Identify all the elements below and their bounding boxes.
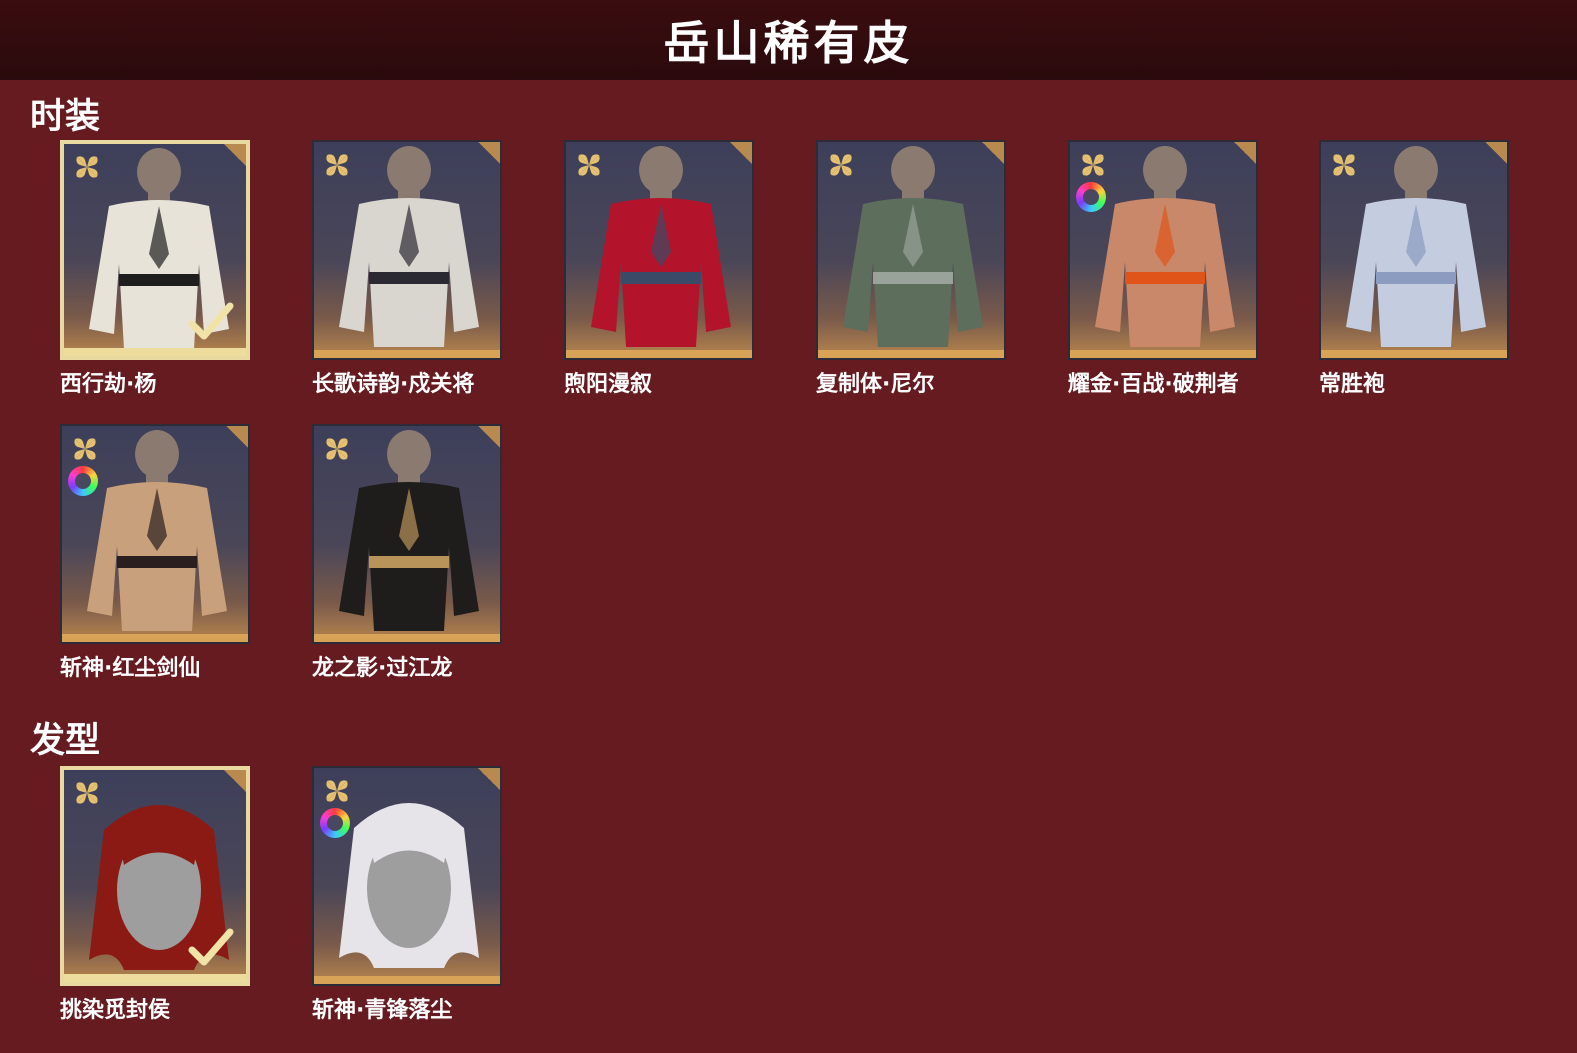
flower-icon <box>578 154 600 176</box>
flower-icon <box>76 156 98 178</box>
hairstyle-card[interactable]: 斩神·青锋落尘 <box>312 766 502 1024</box>
outfit-card[interactable]: 龙之影·过江龙 <box>312 424 502 682</box>
corner-ribbon <box>224 770 246 792</box>
flower-icon <box>326 154 348 176</box>
outfit-card[interactable]: 斩神·红尘剑仙 <box>60 424 250 682</box>
corner-ribbon <box>478 768 500 790</box>
rarity-bar <box>62 634 248 642</box>
outfit-card[interactable]: 耀金·百战·破荆者 <box>1068 140 1258 398</box>
rarity-bar <box>566 350 752 358</box>
corner-ribbon <box>1234 142 1256 164</box>
corner-ribbon <box>478 142 500 164</box>
flower-icon <box>326 780 348 802</box>
section-title-fashion: 时装 <box>30 97 101 137</box>
flower-icon <box>74 438 96 460</box>
item-name: 挑染觅封侯 <box>60 998 171 1023</box>
header-bar: 岳山稀有皮 <box>0 0 1577 80</box>
flower-icon <box>76 782 98 804</box>
flower-icon <box>1082 154 1104 176</box>
rarity-bar <box>1070 350 1256 358</box>
item-name: 复制体·尼尔 <box>816 372 935 397</box>
checkmark-icon <box>188 928 234 966</box>
item-thumbnail[interactable] <box>312 140 502 360</box>
corner-ribbon <box>478 426 500 448</box>
corner-ribbon <box>1485 142 1507 164</box>
item-thumbnail[interactable] <box>312 424 502 644</box>
item-name: 长歌诗韵·戍关将 <box>312 372 475 397</box>
dye-color-wheel-icon <box>1076 182 1106 212</box>
flower-icon <box>326 438 348 460</box>
dye-color-wheel-icon <box>320 808 350 838</box>
rarity-bar <box>1321 350 1507 358</box>
hairstyle-card[interactable]: 挑染觅封侯 <box>60 766 250 1024</box>
rarity-bar <box>64 348 246 356</box>
section-title-hairstyle: 发型 <box>30 721 101 761</box>
rarity-bar <box>314 350 500 358</box>
page-title: 岳山稀有皮 <box>663 16 914 70</box>
item-thumbnail[interactable] <box>60 140 250 360</box>
item-thumbnail[interactable] <box>60 766 250 986</box>
item-name: 煦阳漫叙 <box>564 372 653 397</box>
rarity-bar <box>314 976 500 984</box>
rarity-bar <box>818 350 1004 358</box>
item-thumbnail[interactable] <box>1319 140 1509 360</box>
item-thumbnail[interactable] <box>816 140 1006 360</box>
corner-ribbon <box>982 142 1004 164</box>
rarity-bar <box>64 974 246 982</box>
corner-ribbon <box>730 142 752 164</box>
flower-icon <box>830 154 852 176</box>
checkmark-icon <box>188 302 234 340</box>
corner-ribbon <box>226 426 248 448</box>
item-name: 斩神·红尘剑仙 <box>60 656 201 681</box>
item-name: 常胜袍 <box>1319 372 1386 397</box>
item-thumbnail[interactable] <box>60 424 250 644</box>
outfit-card[interactable]: 复制体·尼尔 <box>816 140 1006 398</box>
item-thumbnail[interactable] <box>312 766 502 986</box>
item-name: 龙之影·过江龙 <box>312 656 453 681</box>
outfit-card[interactable]: 西行劫·杨 <box>60 140 250 398</box>
outfit-card[interactable]: 煦阳漫叙 <box>564 140 754 398</box>
outfit-card[interactable]: 常胜袍 <box>1319 140 1509 398</box>
dye-color-wheel-icon <box>68 466 98 496</box>
rarity-bar <box>314 634 500 642</box>
item-name: 耀金·百战·破荆者 <box>1068 372 1239 397</box>
item-thumbnail[interactable] <box>1068 140 1258 360</box>
item-name: 西行劫·杨 <box>60 372 157 397</box>
item-name: 斩神·青锋落尘 <box>312 998 453 1023</box>
corner-ribbon <box>224 144 246 166</box>
flower-icon <box>1333 154 1355 176</box>
item-thumbnail[interactable] <box>564 140 754 360</box>
outfit-card[interactable]: 长歌诗韵·戍关将 <box>312 140 502 398</box>
